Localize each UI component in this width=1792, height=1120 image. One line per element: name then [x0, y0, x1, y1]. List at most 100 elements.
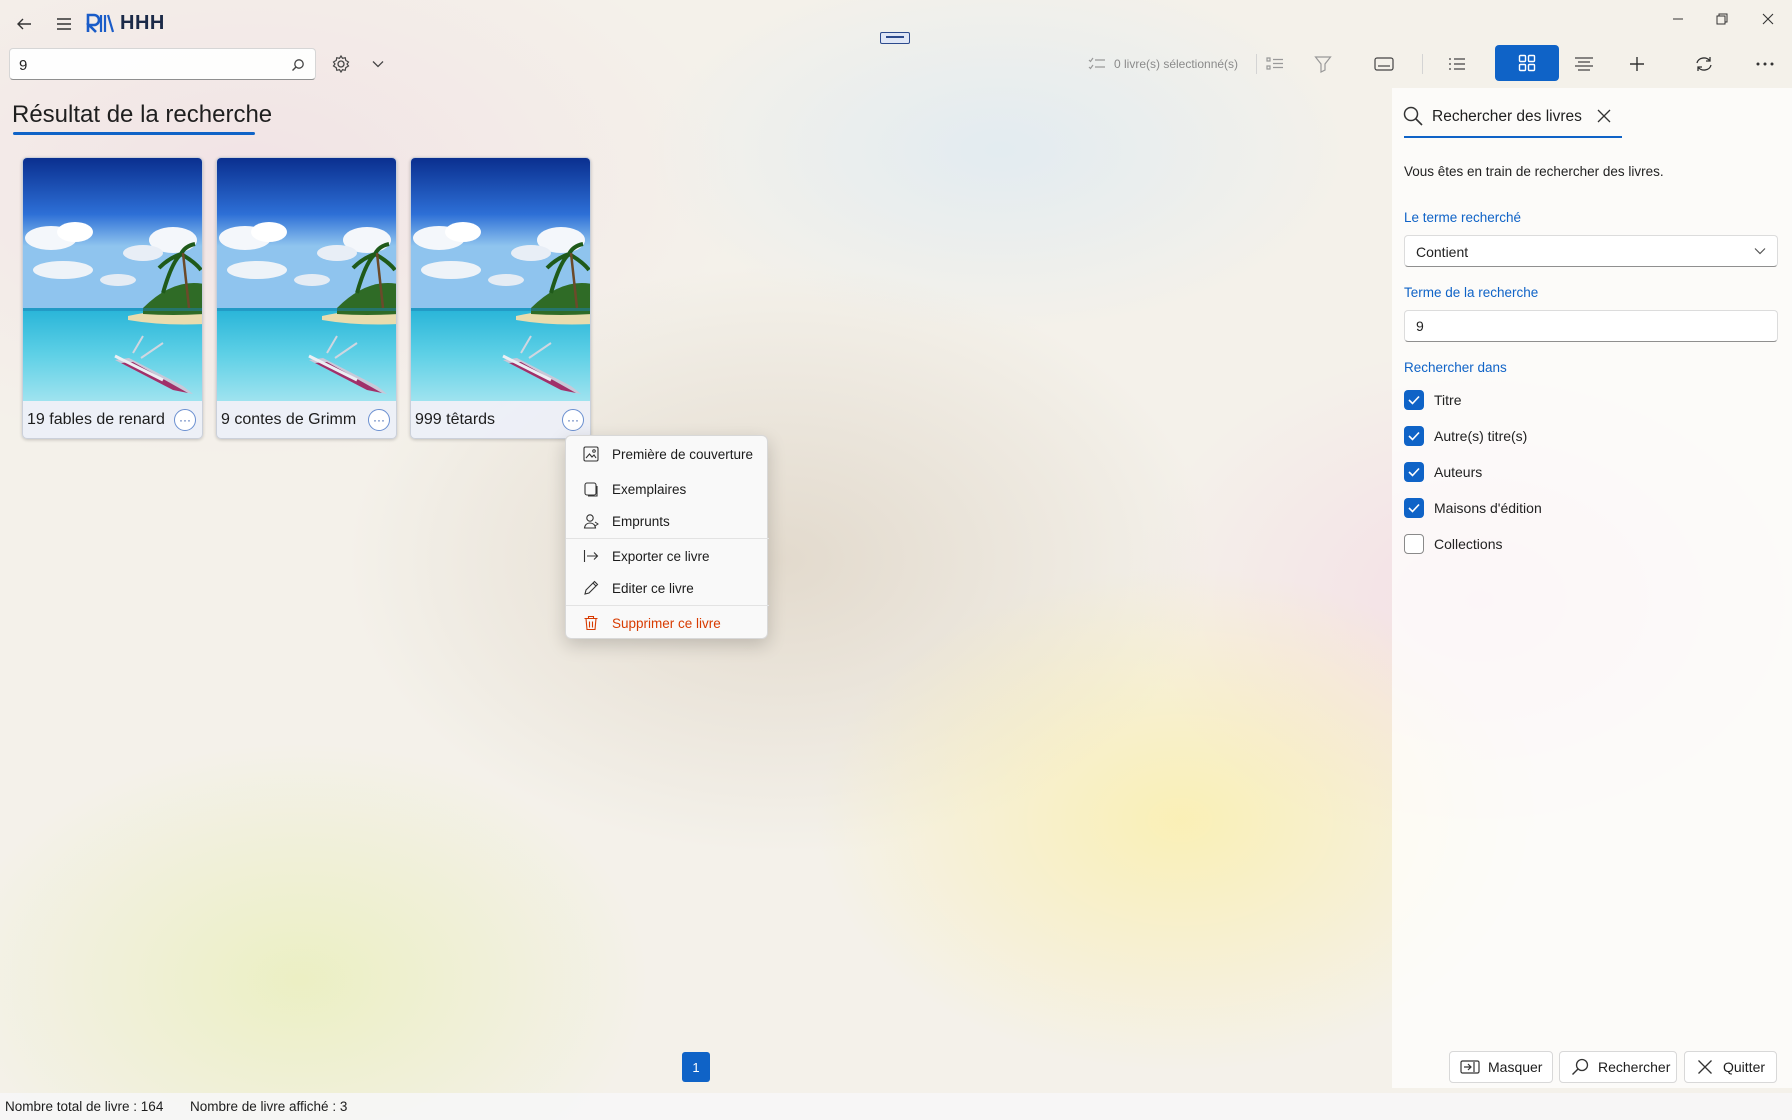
match-mode-label: Le terme recherché [1404, 210, 1522, 225]
quit-button-label: Quitter [1723, 1059, 1766, 1075]
display-mode-icon[interactable] [1366, 47, 1402, 81]
menu-item-label: Exporter ce livre [612, 548, 710, 564]
search-box[interactable] [9, 48, 316, 80]
quit-button[interactable]: Quitter [1684, 1051, 1777, 1083]
search-term-label: Terme de la recherche [1404, 285, 1539, 300]
book-cover-image [23, 158, 203, 401]
image-icon [582, 445, 600, 463]
app-logo-icon [86, 10, 114, 36]
checkbox-checked[interactable] [1404, 462, 1424, 482]
checkbox-label: Auteurs [1434, 464, 1483, 480]
filter-icon[interactable] [1305, 47, 1341, 81]
book-more-button[interactable]: ··· [368, 409, 390, 431]
title-bar: HHH [0, 0, 1792, 46]
checkbox-checked[interactable] [1404, 426, 1424, 446]
export-icon [582, 547, 600, 565]
book-context-menu: Première de couverture Exemplaires Empru… [565, 435, 769, 639]
hide-panel-icon [1460, 1057, 1480, 1077]
menu-item-delete[interactable]: Supprimer ce livre [570, 608, 765, 638]
copies-icon [582, 480, 600, 498]
hamburger-menu-icon[interactable] [52, 12, 76, 36]
checkbox-checked[interactable] [1404, 390, 1424, 410]
shown-books-count: Nombre de livre affiché : 3 [190, 1099, 348, 1114]
panel-description: Vous êtes en train de rechercher des liv… [1404, 164, 1664, 179]
selection-list-icon [1088, 57, 1106, 71]
panel-title: Rechercher des livres [1432, 108, 1582, 125]
checkbox-label: Maisons d'édition [1434, 500, 1542, 516]
book-title: 9 contes de Grimm [221, 411, 357, 428]
menu-item-cover[interactable]: Première de couverture [570, 439, 765, 469]
search-term-input[interactable] [1404, 310, 1778, 342]
book-card[interactable]: 999 têtards ··· [410, 157, 591, 439]
search-button[interactable]: Rechercher [1559, 1051, 1677, 1083]
person-icon [582, 512, 600, 530]
drag-handle[interactable] [880, 32, 910, 44]
checkbox-label: Collections [1434, 536, 1503, 552]
chevron-down-icon [1753, 244, 1767, 258]
hide-button-label: Masquer [1488, 1059, 1543, 1075]
page-button-current[interactable]: 1 [682, 1052, 710, 1082]
refresh-icon[interactable] [1686, 47, 1722, 81]
list-view-icon[interactable] [1439, 47, 1475, 81]
toolbar-divider [1422, 54, 1423, 74]
checkbox-authors[interactable]: Auteurs [1404, 461, 1482, 483]
selection-count-label: 0 livre(s) sélectionné(s) [1114, 57, 1239, 71]
checkbox-collections[interactable]: Collections [1404, 533, 1502, 555]
trash-icon [582, 614, 600, 632]
menu-item-label: Première de couverture [612, 446, 754, 462]
back-arrow-icon[interactable] [12, 12, 36, 36]
search-input[interactable] [19, 55, 279, 75]
total-books-count: Nombre total de livre : 164 [5, 1099, 164, 1114]
book-title: 19 fables de renard [27, 411, 165, 428]
status-bar: Nombre total de livre : 164 Nombre de li… [0, 1093, 1792, 1120]
more-options-icon[interactable] [1747, 47, 1783, 81]
checkbox-other-titles[interactable]: Autre(s) titre(s) [1404, 425, 1527, 447]
book-cover-image [217, 158, 397, 401]
menu-item-label: Emprunts [612, 513, 670, 529]
checkbox-unchecked[interactable] [1404, 534, 1424, 554]
checkbox-checked[interactable] [1404, 498, 1424, 518]
selection-count: 0 livre(s) sélectionné(s) [1088, 53, 1238, 75]
checkbox-title[interactable]: Titre [1404, 389, 1461, 411]
book-card[interactable]: 19 fables de renard ··· [22, 157, 203, 439]
pencil-icon [582, 579, 600, 597]
add-icon[interactable] [1619, 47, 1655, 81]
menu-divider [566, 538, 769, 539]
settings-gear-icon[interactable] [327, 50, 355, 78]
book-card[interactable]: 9 contes de Grimm ··· [216, 157, 397, 439]
chevron-down-icon[interactable] [366, 52, 390, 76]
search-icon[interactable] [289, 56, 307, 74]
menu-item-label: Editer ce livre [612, 580, 694, 596]
book-title: 999 têtards [415, 411, 496, 428]
menu-divider [566, 605, 769, 606]
checkbox-publishers[interactable]: Maisons d'édition [1404, 497, 1542, 519]
close-icon[interactable] [1594, 106, 1614, 126]
restore-icon[interactable] [1706, 6, 1738, 32]
title-underline [13, 132, 255, 135]
hide-panel-button[interactable]: Masquer [1449, 1051, 1553, 1083]
search-icon [1570, 1057, 1590, 1077]
details-view-icon[interactable] [1566, 47, 1602, 81]
search-in-label: Rechercher dans [1404, 360, 1507, 375]
grid-view-icon[interactable] [1495, 45, 1559, 81]
minimize-icon[interactable] [1662, 6, 1694, 32]
match-mode-select[interactable]: Contient [1404, 235, 1778, 267]
checklist-icon[interactable] [1257, 47, 1293, 81]
book-cover-image [411, 158, 591, 401]
menu-item-label: Supprimer ce livre [612, 615, 721, 631]
menu-item-export[interactable]: Exporter ce livre [570, 541, 765, 571]
panel-tab-underline [1404, 136, 1622, 138]
search-button-label: Rechercher [1598, 1059, 1671, 1075]
close-window-icon[interactable] [1752, 6, 1784, 32]
match-mode-value: Contient [1416, 244, 1469, 260]
menu-item-loans[interactable]: Emprunts [570, 506, 765, 536]
book-more-button[interactable]: ··· [562, 409, 584, 431]
app-title: HHH [120, 12, 165, 34]
menu-item-copies[interactable]: Exemplaires [570, 474, 765, 504]
menu-item-edit[interactable]: Editer ce livre [570, 573, 765, 603]
search-icon [1401, 104, 1425, 128]
book-more-button[interactable]: ··· [174, 409, 196, 431]
checkbox-label: Autre(s) titre(s) [1434, 428, 1528, 444]
menu-item-label: Exemplaires [612, 481, 687, 497]
close-icon [1695, 1057, 1715, 1077]
